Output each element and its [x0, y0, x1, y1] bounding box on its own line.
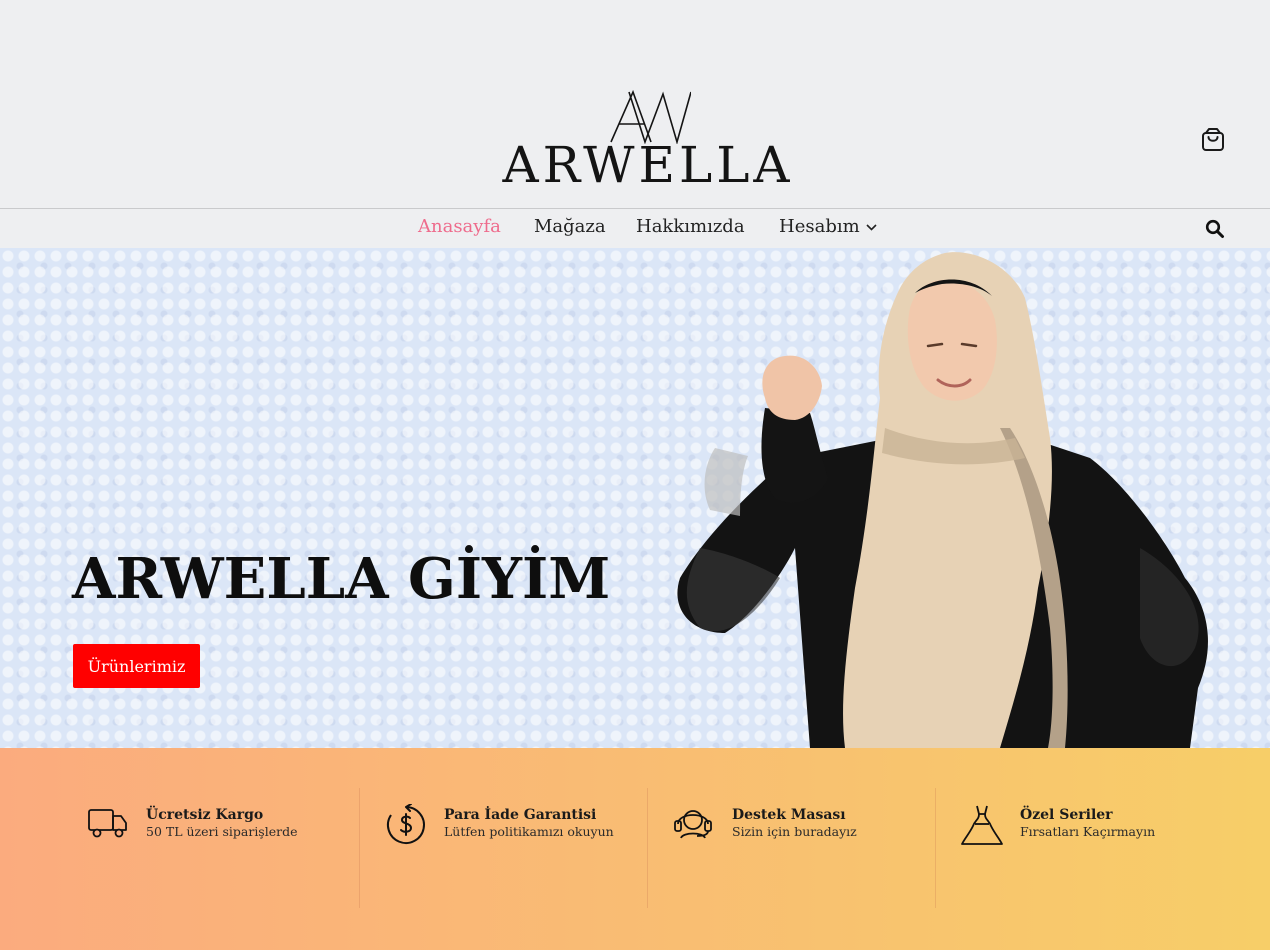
feature-subtitle: Fırsatları Kaçırmayın — [1020, 824, 1156, 839]
hero-title: ARWELLA GİYİM — [72, 546, 611, 612]
feature-title: Ücretsiz Kargo — [146, 807, 264, 823]
divider — [935, 788, 936, 908]
shopping-bag-icon[interactable] — [1200, 127, 1226, 153]
brand-logo[interactable]: ARWELLA — [500, 88, 796, 192]
truck-icon — [88, 809, 127, 838]
feature-title: Özel Seriler — [1020, 807, 1113, 823]
headset-icon — [674, 810, 712, 839]
feature-special-series: Özel Seriler Fırsatları Kaçırmayın — [961, 788, 1221, 908]
divider — [647, 788, 648, 908]
nav-item-shop[interactable]: Mağaza — [534, 216, 606, 237]
site-header: ARWELLA — [0, 0, 1270, 208]
chevron-down-icon — [866, 224, 877, 231]
nav-item-account-label: Hesabım — [779, 216, 860, 237]
feature-subtitle: Lütfen politikamızı okuyun — [444, 824, 614, 839]
divider — [359, 788, 360, 908]
feature-title: Destek Masası — [732, 807, 846, 823]
feature-subtitle: Sizin için buradayız — [732, 824, 857, 839]
hero-model-image — [677, 252, 1208, 748]
products-button[interactable]: Ürünlerimiz — [73, 644, 200, 688]
main-navigation: Anasayfa Mağaza Hakkımızda Hesabım — [0, 208, 1270, 248]
nav-item-about[interactable]: Hakkımızda — [636, 216, 745, 237]
nav-item-home[interactable]: Anasayfa — [418, 216, 501, 237]
feature-support: Destek Masası Sizin için buradayız — [673, 788, 933, 908]
feature-free-shipping: Ücretsiz Kargo 50 TL üzeri siparişlerde — [87, 788, 347, 908]
hero-banner: ARWELLA GİYİM Ürünlerimiz — [0, 248, 1270, 748]
nav-item-account[interactable]: Hesabım — [779, 216, 877, 237]
feature-title: Para İade Garantisi — [444, 807, 597, 823]
features-strip: Ücretsiz Kargo 50 TL üzeri siparişlerde … — [0, 748, 1270, 950]
feature-subtitle: 50 TL üzeri siparişlerde — [146, 824, 298, 839]
search-icon[interactable] — [1205, 219, 1225, 239]
feature-money-back: Para İade Garantisi Lütfen politikamızı … — [385, 788, 645, 908]
brand-name: ARWELLA — [502, 136, 794, 194]
money-back-icon — [386, 804, 425, 844]
dress-icon — [961, 805, 1003, 845]
